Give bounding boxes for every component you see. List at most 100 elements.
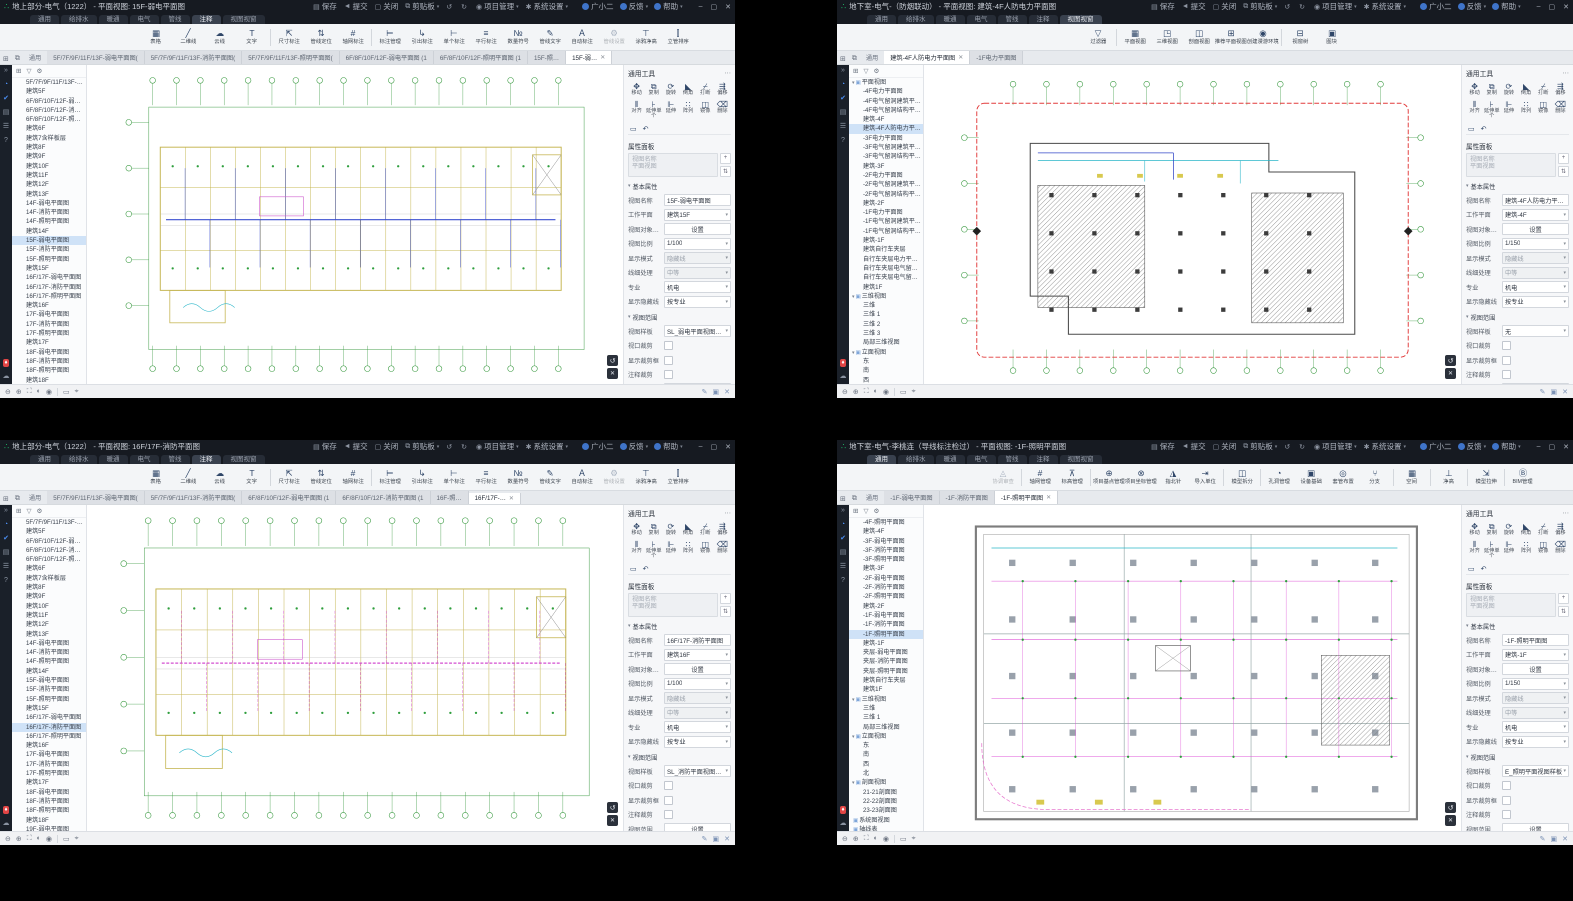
tool-extend[interactable]: ⊩延伸 — [1500, 100, 1517, 120]
fit-view-icon[interactable]: ⛶ — [27, 388, 32, 396]
tree-item[interactable]: 建筑17F — [12, 338, 86, 347]
tree-item[interactable]: 建筑6F — [12, 564, 86, 573]
tool-chamfer[interactable]: ◣倒角 — [1517, 522, 1534, 537]
close-float-button[interactable]: ✕ — [1445, 815, 1456, 826]
tree-item[interactable]: 14F-弱电平面图 — [12, 199, 86, 208]
tree-item[interactable]: 建筑9F — [12, 152, 86, 161]
tree-item[interactable]: 6F/8F/10F/12F-照明平… — [12, 555, 86, 564]
tree-item[interactable]: -2F电气留洞建筑平面图 — [849, 180, 923, 189]
viewport-status-icon[interactable]: ▣ — [713, 835, 720, 843]
tree-item[interactable]: 16F/17F-消防平面图 — [12, 283, 86, 292]
light-mode-icon[interactable]: ◐ — [37, 388, 41, 395]
zoom-in-icon[interactable]: ⊕ — [16, 835, 22, 843]
tree-item[interactable]: -1F-消防平面图 — [849, 620, 923, 629]
field-settings-button[interactable]: 设置 — [1502, 223, 1569, 235]
system-settings-button[interactable]: ✱系统设置▾ — [1364, 441, 1406, 452]
collapse-panel-icon[interactable]: » — [841, 67, 845, 75]
ribbon-button-coordination-review[interactable]: ◬协调审查 — [987, 469, 1019, 485]
property-filter-select[interactable]: 视图名称平面视图 — [628, 153, 718, 177]
zoom-in-icon[interactable]: ⊕ — [16, 388, 22, 396]
ribbon-button-pipeline-locate[interactable]: ⇅管线定位 — [305, 29, 337, 45]
field-input[interactable]: 建筑-4F人防电力平面图 — [1502, 194, 1569, 206]
tree-item[interactable]: 建筑14F — [12, 667, 86, 676]
add-property-filter-button[interactable]: + — [1558, 593, 1569, 604]
section-caret-icon[interactable]: ▾ — [628, 754, 631, 760]
section-caret-icon[interactable]: ▾ — [1466, 623, 1469, 629]
section-caret-icon[interactable]: ▾ — [628, 183, 631, 189]
ribbon-tab-1[interactable]: 给排水 — [61, 455, 97, 464]
library-icon[interactable]: ▤ — [3, 109, 10, 117]
ribbon-tab-6[interactable]: 视图视窗 — [223, 15, 265, 24]
expand-collapse-icon[interactable]: ⊞ — [853, 67, 858, 75]
doc-tab[interactable]: 6F/8F/10F/12F-弱电平面图 (1 — [340, 51, 434, 64]
close-view-status-icon[interactable]: ✕ — [724, 835, 730, 843]
ribbon-button-quantity-symbol[interactable]: №数量符号 — [502, 29, 534, 45]
field-select[interactable]: 1/100▾ — [664, 238, 731, 250]
tree-item[interactable]: 6F/8F/10F/12F-消防平… — [12, 546, 86, 555]
ribbon-button-project-basepoint[interactable]: ⊕项目基点管理 — [1093, 469, 1125, 485]
undo-button[interactable]: ↺ — [446, 443, 454, 451]
tree-item[interactable]: 三维 — [849, 704, 923, 713]
annotate-status-icon[interactable]: ✎ — [702, 388, 708, 396]
tool-move[interactable]: ✥移动 — [628, 82, 645, 97]
field-checkbox[interactable] — [1502, 810, 1511, 819]
swap-property-filter-button[interactable]: ⇅ — [720, 166, 731, 177]
undo-button[interactable]: ↺ — [1284, 443, 1292, 451]
tree-item[interactable]: 建筑5F — [12, 527, 86, 536]
ribbon-tab-5[interactable]: 注释 — [1029, 15, 1058, 24]
select-window-icon[interactable]: ▭ — [900, 835, 907, 843]
doc-tab[interactable]: 5F/7F/9F/11F/13F-消防平面图( — [145, 491, 242, 504]
doc-tab[interactable]: 16F-照… — [431, 491, 469, 504]
tree-item[interactable]: 15F-消防平面图 — [12, 245, 86, 254]
tree-item[interactable]: -2F电力平面图 — [849, 171, 923, 180]
tree-item[interactable]: 西 — [849, 760, 923, 769]
doc-tab[interactable]: 16F/17F-…✕ — [469, 493, 521, 504]
minimize-button[interactable]: – — [699, 443, 703, 450]
close-window-button[interactable]: ✕ — [725, 3, 731, 11]
close-tab-icon[interactable]: ✕ — [1046, 494, 1051, 501]
close-tab-icon[interactable]: ✕ — [958, 54, 963, 61]
tool-move[interactable]: ✥移动 — [628, 522, 645, 537]
drawing-canvas[interactable]: ↺✕ — [87, 505, 623, 831]
cloud-icon[interactable]: ☁ — [840, 820, 847, 828]
tree-group[interactable]: ▾▣平面视图 — [849, 78, 923, 87]
tool-delete[interactable]: ⌫删除 — [714, 540, 731, 560]
project-management-button[interactable]: ◉项目管理▾ — [1314, 441, 1357, 452]
tree-item[interactable]: 自行车夹层电气留洞结… — [849, 273, 923, 282]
system-settings-button[interactable]: ✱系统设置▾ — [526, 441, 568, 452]
promotion-icon[interactable]: ♦ — [840, 359, 845, 367]
field-settings-button[interactable]: 设置 — [664, 663, 731, 675]
list-panel-icon[interactable]: ☰ — [840, 563, 846, 571]
doc-tab[interactable]: 5F/7F/9F/11F/13F-照明平面图( — [242, 51, 339, 64]
ribbon-button-window-tree[interactable]: ⊟视窗树 — [1284, 29, 1316, 45]
tree-item[interactable]: 局部三维视图 — [849, 338, 923, 347]
field-select[interactable]: 1/150▾ — [1502, 238, 1569, 250]
doc-tab[interactable]: 15F-照… — [528, 51, 566, 64]
tool-align[interactable]: ⫴对齐 — [1466, 100, 1483, 120]
tree-item[interactable]: 建筑9F — [12, 592, 86, 601]
ribbon-button-table[interactable]: ▦表格 — [140, 469, 172, 485]
property-filter-select[interactable]: 视图名称平面视图 — [1466, 153, 1556, 177]
expand-collapse-icon[interactable]: ⊞ — [16, 507, 21, 515]
workspace-icon[interactable]: ◔ — [4, 521, 8, 529]
tree-item[interactable]: 建筑-4F — [849, 527, 923, 536]
tool-copy[interactable]: ⧉复制 — [645, 82, 662, 97]
tree-item[interactable]: 建筑7含样板层 — [12, 134, 86, 143]
ribbon-tab-1[interactable]: 给排水 — [898, 455, 934, 464]
ribbon-button-annotate-manage[interactable]: ⊨标注管理 — [374, 469, 406, 485]
tree-item[interactable]: 22-22剖面图 — [849, 797, 923, 806]
doc-tab-home[interactable]: 通用 — [23, 493, 47, 504]
tree-item[interactable]: 自行车夹层电力平面图 — [849, 255, 923, 264]
save-button[interactable]: ▤保存 — [1151, 441, 1175, 452]
tree-item[interactable]: 17F-消防平面图 — [12, 320, 86, 329]
tree-item[interactable]: 东 — [849, 741, 923, 750]
tree-item[interactable]: 建筑11F — [12, 611, 86, 620]
ribbon-tab-3[interactable]: 电气 — [967, 15, 996, 24]
redo-button[interactable]: ↻ — [461, 443, 469, 451]
tool-array[interactable]: ∷阵列 — [1517, 540, 1534, 560]
swap-property-filter-button[interactable]: ⇅ — [1558, 606, 1569, 617]
tree-item[interactable]: 17F-照明平面图 — [12, 769, 86, 778]
close-window-button[interactable]: ✕ — [1563, 443, 1569, 451]
tool-copy[interactable]: ⧉复制 — [645, 522, 662, 537]
tree-item[interactable]: 三维 1 — [849, 713, 923, 722]
